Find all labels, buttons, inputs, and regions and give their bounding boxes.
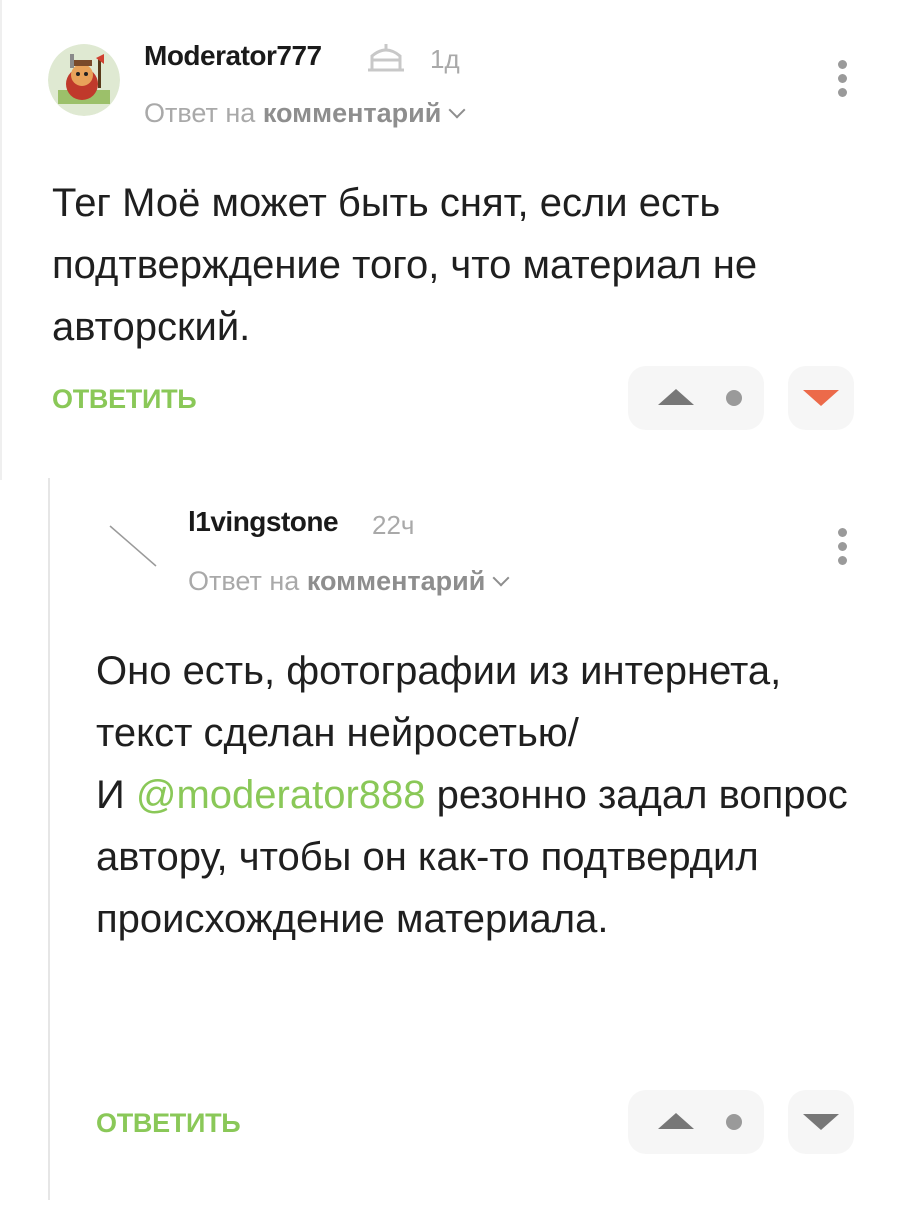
comment-text-paragraph: Оно есть, фотографии из интернета, текст… [96,649,782,755]
more-options-icon[interactable] [836,528,848,572]
upvote-icon[interactable] [658,1113,694,1129]
reply-to-link[interactable]: Ответ на комментарий [188,566,510,597]
reply-to-target[interactable]: комментарий [307,566,486,596]
comment: l1vingstone 22ч Ответ на комментарий Оно… [0,0,903,1154]
user-mention-link[interactable]: @moderator888 [136,773,426,817]
comment-time: 22ч [372,510,415,540]
upvote-control [628,1090,764,1154]
reply-button[interactable]: ОТВЕТИТЬ [96,1108,241,1139]
comment-author[interactable]: l1vingstone [188,506,339,538]
chevron-down-icon[interactable] [492,569,510,587]
reply-to-prefix: Ответ на [188,566,300,596]
rating-hidden-dot [726,1114,742,1130]
downvote-button[interactable] [788,1090,854,1154]
comment-text-paragraph: И @moderator888 резонно задал вопрос авт… [96,764,856,950]
avatar[interactable] [96,512,168,584]
downvote-icon[interactable] [803,1114,839,1130]
comment-text-fragment: И [96,773,125,817]
comment-text: Оно есть, фотографии из интернета, текст… [96,640,856,950]
